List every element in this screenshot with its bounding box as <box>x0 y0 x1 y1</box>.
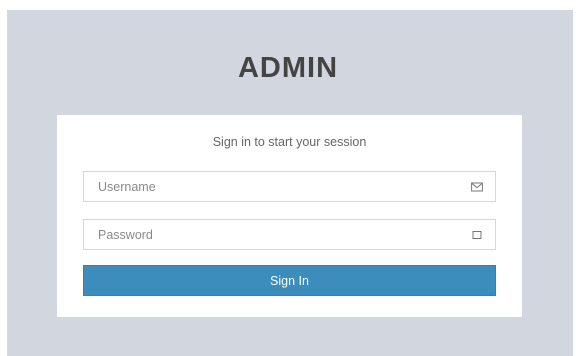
login-box: Sign in to start your session Sign In <box>57 115 522 317</box>
username-input[interactable] <box>84 172 495 201</box>
password-input[interactable] <box>84 220 495 249</box>
sign-in-button[interactable]: Sign In <box>83 265 496 296</box>
password-field[interactable] <box>83 219 496 250</box>
login-box-message: Sign in to start your session <box>212 135 367 149</box>
login-logo: ADMIN <box>237 52 339 84</box>
username-field[interactable] <box>83 171 496 202</box>
lock-icon <box>472 231 482 239</box>
envelope-icon <box>471 182 483 192</box>
